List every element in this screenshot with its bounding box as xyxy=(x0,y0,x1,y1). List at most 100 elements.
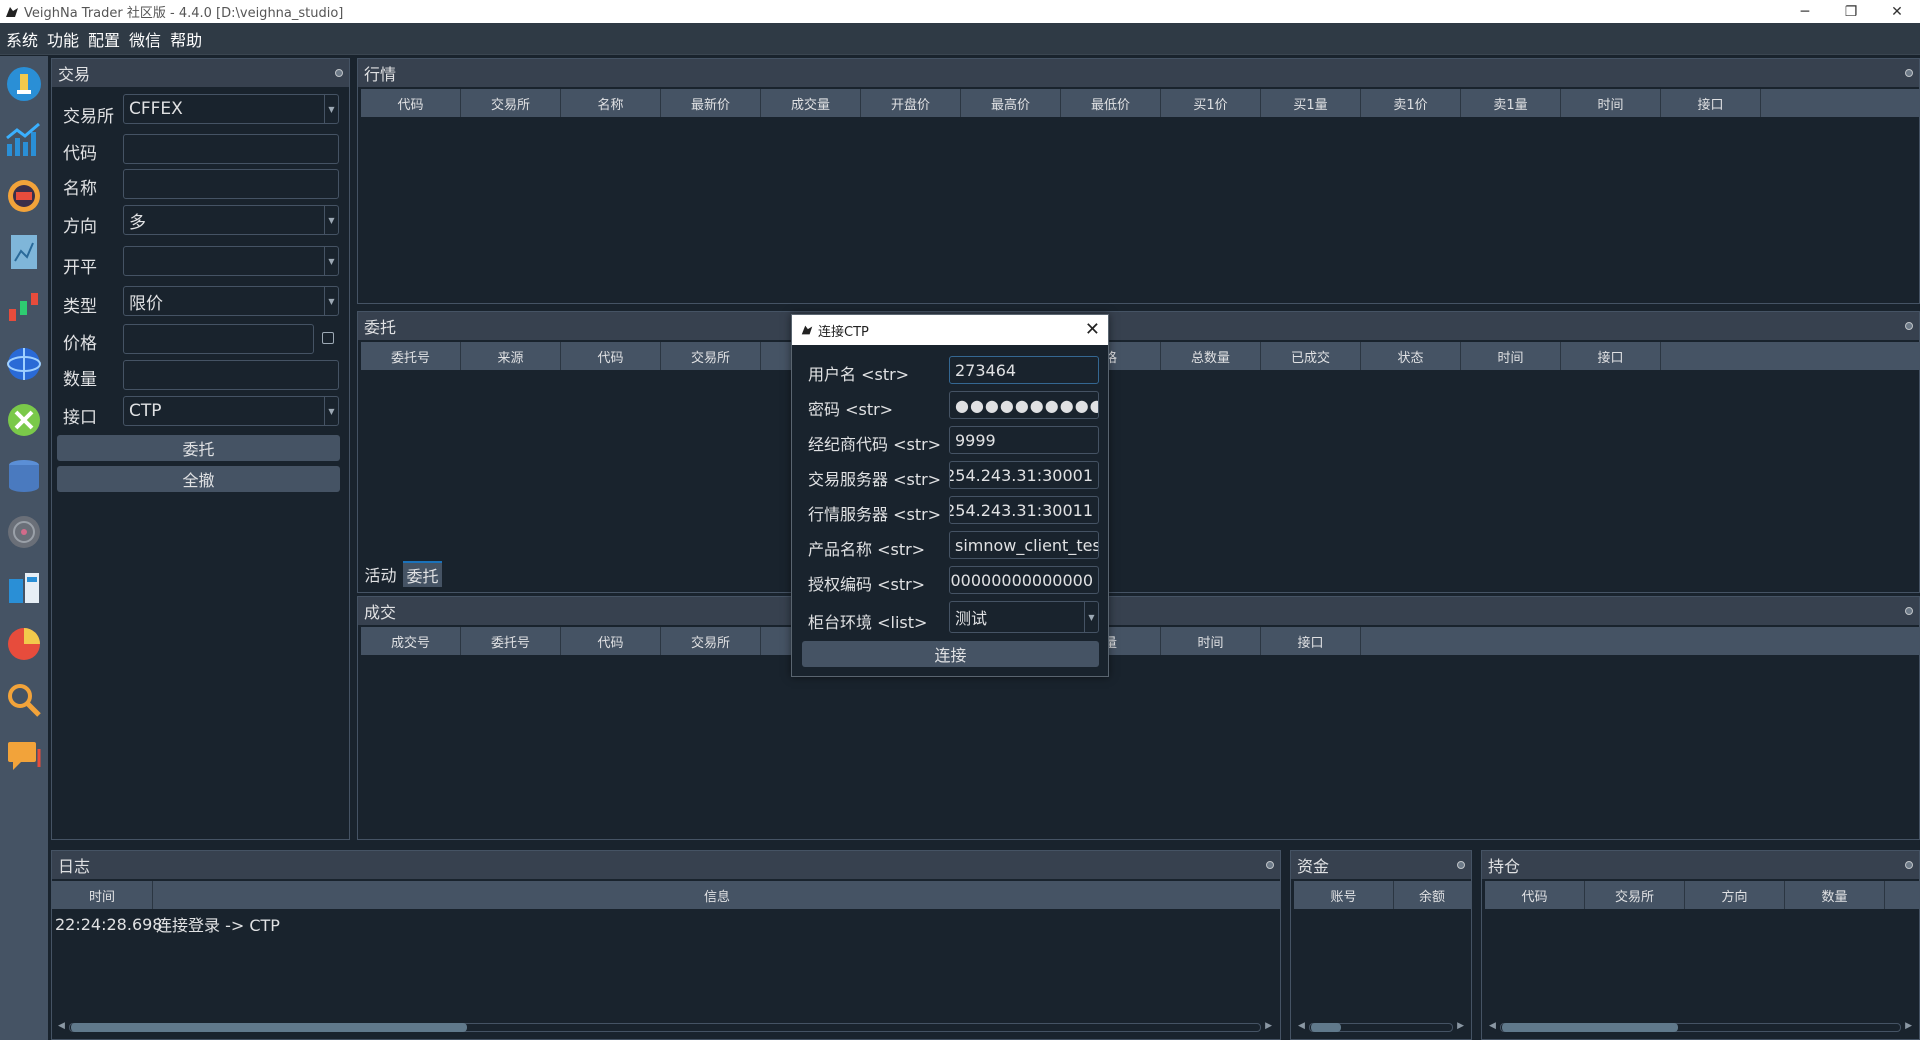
exchange-combo[interactable]: CFFEX ▼ xyxy=(123,94,339,124)
trade-server-input[interactable]: 2.254.243.31:30001 xyxy=(949,461,1099,489)
menu-wechat[interactable]: 微信 xyxy=(123,27,164,51)
scroll-thumb[interactable] xyxy=(71,1023,467,1032)
tab-active-orders[interactable]: 活动 xyxy=(360,561,401,587)
code-input[interactable] xyxy=(123,134,339,164)
column-header[interactable]: 账号 xyxy=(1294,881,1394,909)
column-header[interactable]: 总数量 xyxy=(1161,342,1261,370)
column-header[interactable]: 交易所 xyxy=(461,89,561,117)
column-header[interactable]: 信息 xyxy=(153,881,1281,909)
column-header[interactable]: 交易所 xyxy=(1585,881,1685,909)
column-header[interactable]: 卖1量 xyxy=(1461,89,1561,117)
record-icon[interactable] xyxy=(4,512,44,552)
column-header[interactable]: 时间 xyxy=(52,881,153,909)
candlestick-icon[interactable] xyxy=(4,288,44,328)
float-icon[interactable] xyxy=(1905,861,1913,869)
chevron-right-icon[interactable]: ▶ xyxy=(1905,1021,1912,1031)
maximize-button[interactable]: ❐ xyxy=(1828,0,1874,23)
search-icon[interactable] xyxy=(4,680,44,720)
chat-icon[interactable] xyxy=(4,736,44,776)
menu-system[interactable]: 系统 xyxy=(0,27,41,51)
column-header[interactable]: 接口 xyxy=(1561,342,1661,370)
column-header[interactable]: 时间 xyxy=(1461,342,1561,370)
column-header[interactable]: 已成交 xyxy=(1261,342,1361,370)
column-header[interactable]: 买1量 xyxy=(1261,89,1361,117)
column-header[interactable]: 数量 xyxy=(1785,881,1885,909)
scroll-thumb[interactable] xyxy=(1311,1023,1341,1032)
column-header[interactable]: 代码 xyxy=(561,627,661,655)
float-icon[interactable] xyxy=(1905,322,1913,330)
name-input[interactable] xyxy=(123,169,339,199)
column-header[interactable]: 代码 xyxy=(1485,881,1585,909)
column-header[interactable]: 接口 xyxy=(1661,89,1761,117)
chevron-left-icon[interactable]: ◀ xyxy=(1489,1021,1496,1031)
calculator-icon[interactable] xyxy=(4,568,44,608)
environment-combo[interactable]: 测试 ▼ xyxy=(949,601,1099,633)
chevron-right-icon[interactable]: ▶ xyxy=(1457,1021,1464,1031)
order-type-combo[interactable]: 限价 ▼ xyxy=(123,286,339,316)
column-header[interactable]: 最低价 xyxy=(1061,89,1161,117)
send-order-button[interactable]: 委托 xyxy=(57,435,340,461)
minimize-button[interactable]: ─ xyxy=(1782,0,1828,23)
gateway-combo[interactable]: CTP ▼ xyxy=(123,396,339,426)
column-header[interactable]: 成交量 xyxy=(761,89,861,117)
menu-config[interactable]: 配置 xyxy=(82,27,123,51)
price-checkbox[interactable] xyxy=(322,332,334,344)
column-header[interactable]: 名称 xyxy=(561,89,661,117)
menu-function[interactable]: 功能 xyxy=(41,27,82,51)
strategy-icon[interactable] xyxy=(4,176,44,216)
float-icon[interactable] xyxy=(335,69,343,77)
chevron-left-icon[interactable]: ◀ xyxy=(1298,1021,1305,1031)
column-header[interactable]: 交易所 xyxy=(661,342,761,370)
column-header[interactable]: 代码 xyxy=(361,89,461,117)
column-header[interactable]: 最高价 xyxy=(961,89,1061,117)
direction-combo[interactable]: 多 ▼ xyxy=(123,205,339,235)
float-icon[interactable] xyxy=(1905,607,1913,615)
table-row[interactable]: 22:24:28.698 连接登录 -> CTP xyxy=(52,909,1280,939)
column-header[interactable]: 代码 xyxy=(561,342,661,370)
column-header[interactable]: 方向 xyxy=(1685,881,1785,909)
chevron-right-icon[interactable]: ▶ xyxy=(1265,1021,1272,1031)
column-header[interactable]: 来源 xyxy=(461,342,561,370)
column-header[interactable]: 余额 xyxy=(1394,881,1470,909)
column-header[interactable]: 委托号 xyxy=(461,627,561,655)
username-input[interactable]: 273464 xyxy=(949,356,1099,384)
broker-id-input[interactable]: 9999 xyxy=(949,426,1099,454)
column-header[interactable]: 时间 xyxy=(1561,89,1661,117)
price-input[interactable] xyxy=(123,324,314,354)
account-hscrollbar[interactable]: ◀ ▶ xyxy=(1295,1020,1467,1034)
scroll-thumb[interactable] xyxy=(1502,1023,1678,1032)
position-hscrollbar[interactable]: ◀ ▶ xyxy=(1486,1020,1915,1034)
column-header[interactable]: 委托号 xyxy=(361,342,461,370)
close-window-button[interactable]: ✕ xyxy=(1874,0,1920,23)
volume-input[interactable] xyxy=(123,360,339,390)
menu-help[interactable]: 帮助 xyxy=(164,27,205,51)
column-header[interactable]: 开盘价 xyxy=(861,89,961,117)
trading-icon[interactable] xyxy=(4,64,44,104)
column-header[interactable]: 卖1价 xyxy=(1361,89,1461,117)
float-icon[interactable] xyxy=(1457,861,1465,869)
close-icon[interactable]: ✕ xyxy=(1085,319,1100,340)
column-header[interactable]: 成交号 xyxy=(361,627,461,655)
offset-combo[interactable]: ▼ xyxy=(123,246,339,276)
float-icon[interactable] xyxy=(1905,69,1913,77)
spread-icon[interactable] xyxy=(4,400,44,440)
column-header[interactable]: 时间 xyxy=(1161,627,1261,655)
chart-icon[interactable] xyxy=(4,120,44,160)
globe-icon[interactable] xyxy=(4,344,44,384)
connect-button[interactable]: 连接 xyxy=(802,641,1099,667)
cancel-all-button[interactable]: 全撤 xyxy=(57,466,340,492)
password-input[interactable]: ●●●●●●●●●● xyxy=(949,391,1099,419)
market-server-input[interactable]: 2.254.243.31:30011 xyxy=(949,496,1099,524)
column-header[interactable]: 最新价 xyxy=(661,89,761,117)
float-icon[interactable] xyxy=(1266,861,1274,869)
backtest-icon[interactable] xyxy=(4,232,44,272)
column-header[interactable]: 买1价 xyxy=(1161,89,1261,117)
column-header[interactable]: 状态 xyxy=(1361,342,1461,370)
chevron-left-icon[interactable]: ◀ xyxy=(58,1021,65,1031)
column-header[interactable]: 接口 xyxy=(1261,627,1361,655)
log-hscrollbar[interactable]: ◀ ▶ xyxy=(55,1020,1275,1034)
auth-code-input[interactable]: 0000000000000000 xyxy=(949,566,1099,594)
tab-all-orders[interactable]: 委托 xyxy=(403,561,442,587)
database-icon[interactable] xyxy=(4,456,44,496)
column-header[interactable]: 交易所 xyxy=(661,627,761,655)
